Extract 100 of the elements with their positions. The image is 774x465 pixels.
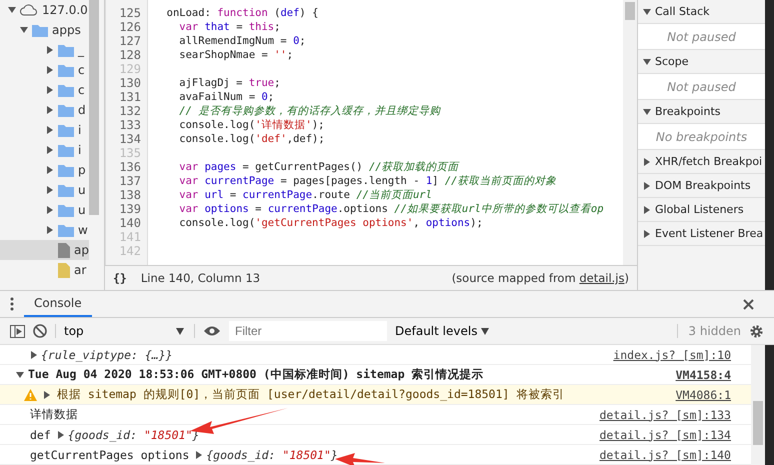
scrollbar-thumb[interactable] bbox=[625, 2, 635, 20]
format-button[interactable]: {} bbox=[113, 271, 127, 285]
cloud-icon bbox=[20, 4, 38, 16]
line-number: 137 bbox=[118, 174, 142, 188]
close-icon[interactable] bbox=[743, 298, 754, 310]
line-number: 125 bbox=[118, 6, 142, 20]
collapsed-arrow-icon[interactable] bbox=[195, 450, 204, 458]
code-line: console.log('getCurrentPages options', options); bbox=[178, 216, 484, 230]
folder-icon bbox=[58, 144, 74, 156]
log-message: 详情数据 bbox=[30, 407, 78, 421]
collapsed-arrow-icon[interactable] bbox=[30, 350, 38, 358]
collapsed-arrow-icon[interactable] bbox=[46, 46, 54, 54]
sidebar-toggle-icon[interactable] bbox=[10, 324, 25, 338]
expanded-arrow-icon[interactable] bbox=[643, 8, 651, 16]
collapsed-arrow-icon[interactable] bbox=[46, 226, 54, 234]
dropdown-caret-icon bbox=[176, 328, 184, 334]
more-icon[interactable] bbox=[10, 297, 14, 311]
collapsed-arrow-icon[interactable] bbox=[643, 206, 651, 214]
expanded-arrow-icon[interactable] bbox=[643, 58, 651, 66]
expand-arrow-icon[interactable] bbox=[16, 370, 24, 378]
folder-icon bbox=[58, 204, 74, 216]
tree-item[interactable]: u bbox=[78, 203, 86, 217]
source-link[interactable]: index.js? [sm]:10 bbox=[613, 348, 731, 362]
warning-icon bbox=[24, 388, 37, 400]
collapsed-arrow-icon[interactable] bbox=[46, 186, 54, 194]
collapsed-arrow-icon[interactable] bbox=[43, 390, 51, 398]
collapsed-arrow-icon[interactable] bbox=[46, 206, 54, 214]
log-message: Tue Aug 04 2020 18:53:06 GMT+0800 (中国标准时间) sitemap 索引情况提示 bbox=[28, 367, 484, 381]
section-title: Scope bbox=[655, 55, 689, 68]
clear-icon[interactable] bbox=[33, 324, 47, 338]
folder-icon bbox=[58, 164, 74, 176]
object-preview[interactable]: {rule_viptype: {…}} bbox=[41, 348, 173, 362]
code-line: // 是否有导购参数，有的话存入缓存，并且绑定导购 bbox=[178, 104, 442, 118]
collapsed-arrow-icon[interactable] bbox=[56, 430, 65, 438]
settings-icon[interactable] bbox=[749, 324, 764, 338]
expanded-arrow-icon[interactable] bbox=[20, 26, 28, 34]
folder-icon bbox=[58, 84, 74, 96]
folder-icon bbox=[58, 184, 74, 196]
code-line: var pages = getCurrentPages() //获取加载的页面 bbox=[178, 160, 460, 174]
log-levels-dropdown[interactable]: Default levels bbox=[395, 324, 490, 338]
source-link[interactable]: VM4086:1 bbox=[676, 388, 731, 402]
source-link[interactable]: detail.js? [sm]:133 bbox=[599, 408, 731, 422]
line-number: 132 bbox=[118, 104, 142, 118]
tree-item[interactable]: i bbox=[78, 123, 82, 137]
filter-input[interactable]: Filter bbox=[229, 321, 387, 341]
collapsed-arrow-icon[interactable] bbox=[46, 86, 54, 94]
tree-item[interactable]: w bbox=[78, 223, 88, 237]
tree-item[interactable]: 127.0.0 bbox=[42, 3, 88, 17]
code-line: console.log('def',def); bbox=[178, 132, 326, 146]
tree-item[interactable]: _ bbox=[78, 43, 84, 57]
tree-item[interactable]: c bbox=[78, 83, 85, 97]
tree-item[interactable]: ap bbox=[74, 243, 89, 257]
code-line: onLoad: function (def) { bbox=[166, 6, 320, 20]
line-number: 142 bbox=[118, 244, 142, 258]
folder-icon bbox=[58, 104, 74, 116]
source-link[interactable]: detail.js bbox=[579, 271, 624, 285]
code-line: avaFailNum = 0; bbox=[178, 90, 276, 104]
scrollbar-thumb[interactable] bbox=[753, 401, 763, 445]
collapsed-arrow-icon[interactable] bbox=[643, 230, 651, 238]
context-select[interactable]: top bbox=[55, 324, 195, 338]
tree-item[interactable]: apps bbox=[52, 23, 81, 37]
tree-item[interactable]: u bbox=[78, 183, 86, 197]
section-title: Event Listener Brea bbox=[655, 227, 764, 240]
tree-item[interactable]: c bbox=[78, 63, 85, 77]
folder-icon bbox=[58, 124, 74, 136]
collapsed-arrow-icon[interactable] bbox=[46, 166, 54, 174]
scrollbar-thumb[interactable] bbox=[89, 0, 99, 215]
source-link[interactable]: VM4158:4 bbox=[676, 368, 731, 382]
line-number: 126 bbox=[118, 20, 142, 34]
collapsed-arrow-icon[interactable] bbox=[46, 66, 54, 74]
expanded-arrow-icon[interactable] bbox=[8, 6, 16, 14]
cursor-position: Line 140, Column 13 bbox=[140, 271, 262, 285]
section-title: Global Listeners bbox=[655, 203, 744, 216]
line-number: 128 bbox=[118, 48, 142, 62]
line-number: 134 bbox=[118, 132, 142, 146]
code-line: var currentPage = pages[pages.length - 1] //获取当前页面的对象 bbox=[178, 174, 558, 188]
expanded-arrow-icon[interactable] bbox=[643, 108, 651, 116]
tree-item[interactable]: ar bbox=[74, 263, 86, 277]
collapsed-arrow-icon[interactable] bbox=[643, 182, 651, 190]
log-label: getCurrentPages options bbox=[30, 448, 190, 462]
collapsed-arrow-icon[interactable] bbox=[46, 146, 54, 154]
collapsed-arrow-icon[interactable] bbox=[46, 106, 54, 114]
object-preview[interactable]: {goods_id: "18501"} bbox=[206, 448, 338, 462]
tree-item[interactable]: p bbox=[78, 163, 86, 177]
source-link[interactable]: detail.js? [sm]:134 bbox=[599, 428, 731, 442]
source-link[interactable]: detail.js? [sm]:140 bbox=[599, 448, 731, 462]
line-number: 140 bbox=[118, 216, 142, 230]
code-line: console.log('详情数据'); bbox=[178, 118, 326, 132]
annotation-arrow bbox=[335, 453, 385, 465]
tree-item[interactable]: i bbox=[78, 143, 82, 157]
log-label: def bbox=[30, 428, 51, 442]
line-number: 136 bbox=[118, 160, 142, 174]
tree-item[interactable]: d bbox=[78, 103, 86, 117]
line-number: 141 bbox=[118, 230, 142, 244]
dropdown-caret-icon bbox=[481, 328, 490, 334]
folder-icon bbox=[58, 44, 74, 56]
collapsed-arrow-icon[interactable] bbox=[643, 158, 651, 166]
section-title: XHR/fetch Breakpoi bbox=[655, 155, 762, 168]
eye-icon[interactable] bbox=[203, 325, 221, 337]
collapsed-arrow-icon[interactable] bbox=[46, 126, 54, 134]
